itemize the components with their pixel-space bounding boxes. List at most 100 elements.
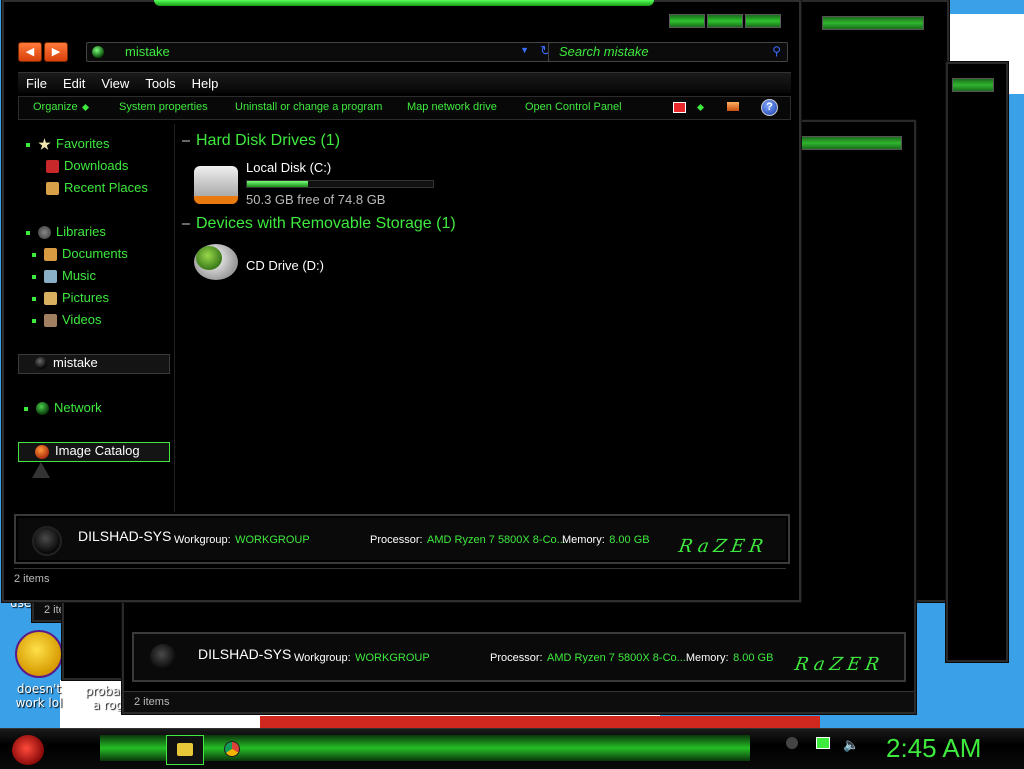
back-arrow-icon: ◀ <box>25 46 35 58</box>
menu-edit[interactable]: Edit <box>55 73 93 91</box>
local-disk-name: Local Disk (C:) <box>246 160 332 175</box>
caption-buttons <box>669 14 781 28</box>
documents-icon <box>44 248 57 262</box>
forward-arrow-icon: ▶ <box>51 46 61 58</box>
videos-icon <box>44 314 57 328</box>
ghost-processor: Processor: AMD Ryzen 7 5800X 8-Co...Memo… <box>490 652 774 664</box>
uninstall-program-button[interactable]: Uninstall or change a program <box>235 101 382 113</box>
chrome-taskbar-icon[interactable] <box>224 741 240 757</box>
maximize-button[interactable] <box>707 14 743 28</box>
computer-ball-icon <box>35 357 47 369</box>
recent-places-icon <box>46 182 59 196</box>
downloads-icon <box>46 160 59 174</box>
local-disk-item[interactable]: Local Disk (C:) 50.3 GB free of 74.8 GB <box>180 156 480 207</box>
nav-libraries[interactable]: Libraries <box>26 224 106 240</box>
nav-network[interactable]: Network <box>24 400 102 416</box>
memory-field: Memory: 8.00 GB <box>562 534 650 546</box>
razer-logo: RaZER <box>793 654 886 675</box>
organize-button[interactable]: Organize <box>33 101 89 113</box>
ghost-status: 2 items <box>124 691 914 712</box>
search-box[interactable]: Search mistake ⚲ <box>548 42 788 62</box>
forward-button[interactable]: ▶ <box>44 42 68 62</box>
nav-recent-places[interactable]: Recent Places <box>46 180 148 196</box>
nav-videos[interactable]: Videos <box>32 312 102 328</box>
nav-computer[interactable]: mistake <box>18 354 170 374</box>
clock[interactable]: 2:45 AM <box>886 733 981 764</box>
nav-documents[interactable]: Documents <box>32 246 128 262</box>
start-button[interactable] <box>8 731 48 767</box>
yahoo-messenger-icon <box>15 630 63 678</box>
status-bar: 2 items <box>14 568 786 589</box>
dropdown-arrow-icon[interactable]: ▼ <box>520 45 529 55</box>
close-button[interactable] <box>745 14 781 28</box>
computer-ball-icon <box>92 46 104 58</box>
ghost-caption-buttons <box>800 136 902 150</box>
ghost-computer-name: DILSHAD-SYS <box>198 646 292 662</box>
menu-view[interactable]: View <box>93 73 137 91</box>
search-icon[interactable]: ⚲ <box>772 44 781 58</box>
libraries-icon <box>38 226 51 240</box>
menu-tools[interactable]: Tools <box>137 73 183 91</box>
navigation-pane: Favorites Downloads Recent Places Librar… <box>14 124 175 512</box>
title-glow <box>154 0 654 6</box>
system-tray: 🔈 <box>786 737 859 753</box>
menu-help[interactable]: Help <box>184 73 227 91</box>
menu-bar: File Edit View Tools Help <box>18 72 791 93</box>
hard-disk-icon <box>194 166 238 204</box>
network-tray-icon[interactable] <box>815 737 830 749</box>
taskbar: 🔈 2:45 AM <box>0 728 1024 769</box>
nav-downloads[interactable]: Downloads <box>46 158 128 174</box>
star-icon <box>38 138 51 150</box>
music-icon <box>44 270 57 284</box>
desktop-icon-label: doesn't work lol <box>15 682 63 710</box>
nav-image-catalog[interactable]: Image Catalog <box>18 442 170 462</box>
back-button[interactable]: ◀ <box>18 42 42 62</box>
disk-usage-bar <box>246 180 434 188</box>
address-row: ◀ ▶ mistake ▼ ↻ Search mistake ⚲ <box>18 42 791 64</box>
pictures-icon <box>44 292 57 306</box>
disk-usage-fill <box>247 181 309 187</box>
ghost-caption-buttons <box>822 16 924 30</box>
computer-orb-icon <box>150 644 176 670</box>
address-text: mistake <box>125 44 170 59</box>
processor-field: Processor: AMD Ryzen 7 5800X 8-Co... <box>370 534 566 546</box>
explorer-folder-icon <box>177 743 193 756</box>
nav-favorites[interactable]: Favorites <box>26 136 109 151</box>
map-network-drive-button[interactable]: Map network drive <box>407 101 497 113</box>
ghost-window <box>946 62 1008 662</box>
open-control-panel-button[interactable]: Open Control Panel <box>525 101 622 113</box>
preview-pane-icon[interactable] <box>727 102 739 111</box>
warning-triangle-icon <box>32 462 50 478</box>
ghost-caption-buttons <box>952 78 994 92</box>
show-hidden-icons-icon[interactable] <box>786 737 798 749</box>
address-bar[interactable]: mistake ▼ ↻ <box>86 42 558 62</box>
menu-file[interactable]: File <box>18 73 55 91</box>
nav-music[interactable]: Music <box>32 268 96 284</box>
computer-orb-icon <box>32 526 62 556</box>
ghost-workgroup: Workgroup: WORKGROUP <box>294 652 430 664</box>
dropdown-diamond-icon <box>81 103 89 111</box>
nav-pictures[interactable]: Pictures <box>32 290 109 306</box>
group-removable[interactable]: Devices with Removable Storage (1) <box>182 215 456 233</box>
taskbar-explorer-button[interactable] <box>166 735 204 765</box>
cd-drive-name: CD Drive (D:) <box>246 258 324 273</box>
view-options-icon[interactable] <box>693 101 705 113</box>
view-mode-icon[interactable] <box>673 102 686 113</box>
details-pane: DILSHAD-SYS Workgroup: WORKGROUP Process… <box>14 514 790 564</box>
image-catalog-icon <box>35 445 49 459</box>
status-text: 2 items <box>14 573 50 585</box>
explorer-window[interactable]: ◀ ▶ mistake ▼ ↻ Search mistake ⚲ File Edi… <box>2 0 801 602</box>
angry-bird-icon <box>196 246 222 270</box>
angry-bird-start-icon <box>12 735 44 765</box>
volume-icon[interactable]: 🔈 <box>843 737 859 752</box>
computer-name: DILSHAD-SYS <box>78 528 172 544</box>
workgroup-field: Workgroup: WORKGROUP <box>174 534 310 546</box>
system-properties-button[interactable]: System properties <box>119 101 208 113</box>
razer-logo: RaZER <box>677 536 770 557</box>
help-icon[interactable]: ? <box>761 99 778 116</box>
drive-list: Hard Disk Drives (1) Local Disk (C:) 50.… <box>180 124 790 512</box>
minimize-button[interactable] <box>669 14 705 28</box>
local-disk-free: 50.3 GB free of 74.8 GB <box>246 192 386 207</box>
cd-drive-item[interactable]: CD Drive (D:) <box>180 242 480 286</box>
group-hard-disks[interactable]: Hard Disk Drives (1) <box>182 132 340 150</box>
